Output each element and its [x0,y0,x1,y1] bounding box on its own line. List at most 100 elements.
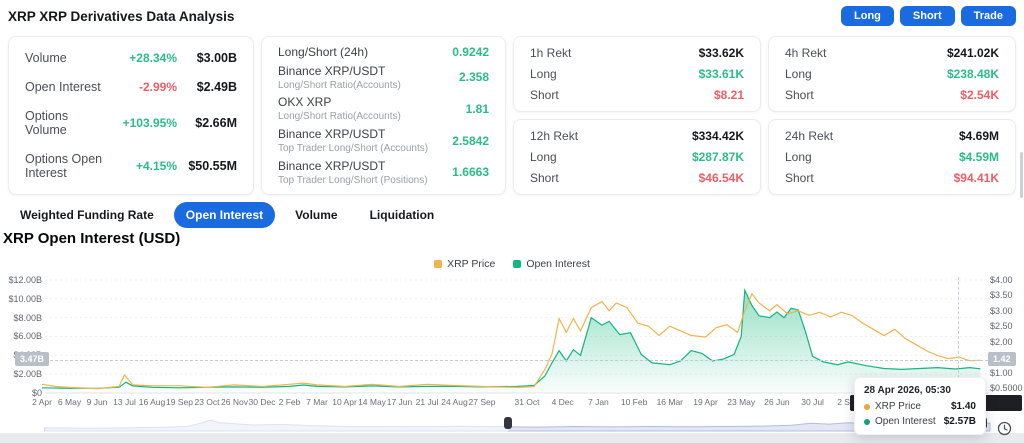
rekt-value: $287.87K [692,150,744,164]
ratio-label-sub: Top Trader Long/Short (Accounts) [278,143,428,154]
rekt-label: Short [785,88,960,102]
x-axis-tick: 10 Feb [621,397,647,407]
rekt-row: Long$287.87K [530,150,744,164]
x-axis-tick: 2 Apr [32,397,52,407]
rekt-value: $94.41K [954,171,999,185]
stat-label: Open Interest [25,80,105,94]
short-button[interactable]: Short [900,6,955,26]
rekt-row: Long$4.59M [785,150,999,164]
x-axis-tick: 24 Aug [441,397,467,407]
legend-item-xrp-price[interactable]: XRP Price [434,258,495,270]
rekt-row: Long$33.61K [530,67,744,81]
xrp-price-dot-icon [864,404,870,410]
legend-swatch [513,260,521,268]
ratio-label-sub: Long/Short Ratio(Accounts) [278,111,401,122]
x-axis-tick: 31 Oct [514,397,539,407]
stat-row: Open Interest-2.99%$2.49B [25,80,237,94]
stat-label: Volume [25,51,105,65]
ratio-row: Binance XRP/USDTLong/Short Ratio(Account… [278,64,489,91]
rekt-label: Long [785,150,959,164]
rekt-row: 12h Rekt$334.42K [530,129,744,143]
trade-button[interactable]: Trade [961,6,1016,26]
tab-liquidation[interactable]: Liquidation [358,202,447,228]
ratio-label: Binance XRP/USDTTop Trader Long/Short (P… [278,159,428,186]
tab-open-interest[interactable]: Open Interest [174,202,275,228]
rekt-value: $46.54K [699,171,744,185]
x-axis-tick: 14 May [358,397,386,407]
x-axis-tick: 19 Sep [166,397,193,407]
rekt-label: 24h Rekt [785,129,959,143]
stats-card: Volume+28.34%$3.00BOpen Interest-2.99%$2… [8,36,254,195]
x-axis-tick: 9 Jun [87,397,108,407]
crosshair-h-line [45,360,988,361]
tooltip: 28 Apr 2026, 05:30 XRP Price$1.40 Open In… [854,377,986,435]
navigator-unselected-overlay [45,414,508,432]
legend-swatch [434,260,442,268]
summary-cards: Volume+28.34%$3.00BOpen Interest-2.99%$2… [8,36,1016,195]
stat-change: +103.95% [105,116,177,130]
tooltip-row: Open Interest$2.57B [864,416,976,427]
stat-label: Options Volume [25,109,105,137]
rekt-row: Short$94.41K [785,171,999,185]
stat-change: +28.34% [105,51,177,65]
rekt-label: Long [530,150,692,164]
tabs: Weighted Funding Rate Open Interest Volume… [8,202,446,228]
chart-title: XRP Open Interest (USD) [3,230,180,247]
ratio-row: Binance XRP/USDTTop Trader Long/Short (P… [278,159,489,186]
ratio-card: Long/Short (24h)0.9242 Binance XRP/USDTLo… [261,36,506,195]
x-axis-tick: 13 Jul [113,397,136,407]
stat-change: -2.99% [105,80,177,94]
rekt-value: $241.02K [947,46,999,60]
navigator-handle-left[interactable] [504,417,512,429]
stat-value: $2.49B [177,80,237,94]
tooltip-label: XRP Price [875,401,921,412]
legend-label: Open Interest [526,258,590,270]
rekt-label: Short [530,88,714,102]
rekt-label: 4h Rekt [785,46,947,60]
tooltip-label: Open Interest [875,416,936,427]
legend-item-open-interest[interactable]: Open Interest [513,258,590,270]
rekt-value: $8.21 [714,88,744,102]
rekt-value: $238.48K [947,67,999,81]
x-axis-tick: 26 Nov [221,397,248,407]
x-axis-tick: 16 Aug [139,397,165,407]
x-axis-tick: 23 Oct [194,397,219,407]
x-axis-tick: 19 Apr [693,397,718,407]
tab-volume[interactable]: Volume [283,202,349,228]
ratio-label: Binance XRP/USDTLong/Short Ratio(Account… [278,64,401,91]
rekt-label: 1h Rekt [530,46,699,60]
ratio-label-sub: Long/Short Ratio(Accounts) [278,80,401,91]
rekt-row: Short$46.54K [530,171,744,185]
ratio-value: 1.81 [466,102,489,116]
rekt-value: $4.69M [959,129,999,143]
scrollbar-thumb[interactable] [1020,152,1023,198]
history-clock-icon[interactable] [997,421,1012,436]
ratio-label-main: OKX XRP [278,95,401,109]
x-axis-tick: 6 May [58,397,81,407]
price-crosshair-badge: 1.42 [988,352,1016,366]
tab-weighted-funding-rate[interactable]: Weighted Funding Rate [8,202,166,228]
ratio-label: Binance XRP/USDTTop Trader Long/Short (A… [278,127,428,154]
tooltip-row: XRP Price$1.40 [864,401,976,412]
x-axis-tick: 10 Apr [332,397,357,407]
stat-row: Options Volume+103.95%$2.66M [25,109,237,137]
rekt-card-12h-rekt: 12h Rekt$334.42K Long$287.87K Short$46.54K [513,119,761,195]
tooltip-date: 28 Apr 2026, 05:30 [864,385,976,396]
ratio-label-sub: Top Trader Long/Short (Positions) [278,175,428,186]
rekt-row: Long$238.48K [785,67,999,81]
page-title: XRP XRP Derivatives Data Analysis [8,9,234,24]
stat-change: +4.15% [105,159,177,173]
ratio-value: 2.358 [459,70,489,84]
long-button[interactable]: Long [841,6,894,26]
rekt-label: Short [785,171,954,185]
stat-value: $50.55M [177,159,237,173]
rekt-row: 24h Rekt$4.69M [785,129,999,143]
rekt-row: 4h Rekt$241.02K [785,46,999,60]
rekt-card-4h-rekt: 4h Rekt$241.02KLong$238.48KShort$2.54K [768,36,1016,112]
ratio-value: 1.6663 [452,165,489,179]
x-axis-tick: 16 Mar [657,397,683,407]
open-interest-area [42,290,980,393]
rekt-grid: 1h Rekt$33.62KLong$33.61KShort$8.2112h R… [513,36,1016,195]
x-axis-tick: 30 Dec [249,397,276,407]
ratio-row: Long/Short (24h)0.9242 [278,45,489,59]
